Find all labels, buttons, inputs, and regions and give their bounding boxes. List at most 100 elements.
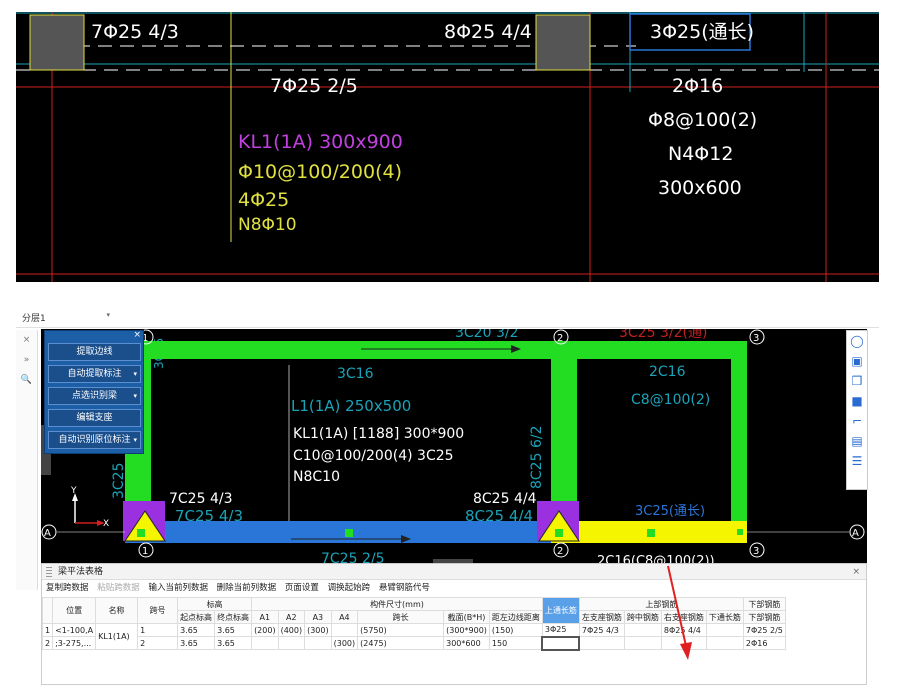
label-top-mid: 8Φ25 4/4: [444, 21, 532, 43]
grip-point: [137, 529, 145, 537]
beam-top-right[interactable]: [551, 341, 747, 359]
cell-right-support[interactable]: [660, 636, 707, 650]
cell-name[interactable]: KL1(1A): [95, 623, 139, 650]
cell-a4[interactable]: (300): [330, 636, 359, 650]
cell-position[interactable]: <1-100,A: [52, 623, 97, 637]
beam-selected-blue[interactable]: [125, 521, 551, 543]
menu-input-column[interactable]: 输入当前列数据: [148, 583, 208, 593]
cube-icon[interactable]: ❒: [847, 371, 867, 391]
cell-dist-left[interactable]: (150): [488, 623, 543, 637]
menu-delete-column[interactable]: 删除当前列数据: [217, 583, 277, 593]
faded-text: 2C16: [649, 364, 686, 380]
cad-drawing-svg: 7Φ25 4/3 8Φ25 4/4 3Φ25(通长) 7Φ25 2/5 2Φ16…: [16, 12, 879, 282]
overlay-mid-support: 8C25 4/4: [473, 491, 537, 507]
chevron-down-icon[interactable]: ▾: [133, 366, 137, 382]
chevron-down-icon[interactable]: ▾: [133, 388, 137, 404]
search-icon[interactable]: 🔍: [16, 370, 37, 390]
header-a3: A3: [304, 610, 332, 624]
beam-table: 位置 名称 跨号 标高 构件尺寸(mm) 上通长筋 上部钢筋 下部钢筋 起点标高…: [41, 597, 786, 651]
cell-midspan[interactable]: [623, 636, 662, 650]
beam-table-window: 梁平法表格 × 复制跨数据 粘贴跨数据 输入当前列数据 删除当前列数据 页面设置…: [41, 563, 867, 685]
table-window-title[interactable]: 梁平法表格 ×: [42, 564, 866, 580]
header-size: 构件尺寸(mm): [251, 597, 543, 611]
cell-a4[interactable]: [330, 623, 359, 637]
layer-dropdown[interactable]: 分层1 ▾: [22, 311, 112, 325]
cell-a3[interactable]: [304, 636, 332, 650]
overlay-beam-stirrup: C10@100/200(4) 3C25: [293, 448, 454, 464]
header-start-elev: 起点标高: [177, 610, 216, 624]
menu-cantilever-code[interactable]: 悬臂钢筋代号: [379, 583, 430, 593]
label-size-right: 300x600: [658, 177, 742, 199]
cell-span-length[interactable]: (2475): [357, 636, 445, 650]
auto-recognize-in-situ-button[interactable]: 自动识别原位标注 ▾: [48, 431, 141, 449]
cad-drawing-top[interactable]: 7Φ25 4/3 8Φ25 4/4 3Φ25(通长) 7Φ25 2/5 2Φ16…: [16, 12, 879, 282]
lasso-icon[interactable]: ◯: [847, 331, 867, 351]
menu-swap-start-span[interactable]: 调换起始跨: [328, 583, 371, 593]
close-icon[interactable]: ×: [133, 330, 141, 340]
table-row[interactable]: 2 ;3-275,... 2 3.65 3.65 (300) (2475) 30…: [41, 635, 786, 651]
extract-edge-button[interactable]: 提取边线: [48, 343, 141, 361]
header-bottom-rebar-group: 下部钢筋: [742, 597, 786, 611]
cell-bottom-through[interactable]: [705, 636, 744, 650]
cell-span[interactable]: 1: [137, 623, 179, 637]
cell-start-elev[interactable]: 3.65: [177, 623, 216, 637]
header-dist-left: 距左边线距离: [488, 610, 543, 624]
header-end-elev: 终点标高: [214, 610, 253, 624]
close-icon[interactable]: ×: [16, 330, 37, 350]
cell-a2[interactable]: (400): [277, 623, 306, 637]
header-top-through[interactable]: 上通长筋: [541, 597, 580, 624]
auto-extract-label-button[interactable]: 自动提取标注 ▾: [48, 365, 141, 383]
cell-a2[interactable]: [277, 636, 306, 650]
chevron-down-icon[interactable]: ▾: [133, 432, 137, 448]
beam-col-mid[interactable]: [551, 341, 577, 521]
pick-recognize-beam-button[interactable]: 点选识别梁 ▾: [48, 387, 141, 405]
cell-start-elev[interactable]: 3.65: [177, 636, 216, 650]
document-icon[interactable]: ☰: [847, 451, 867, 471]
row-number: 2: [41, 636, 54, 650]
cell-section[interactable]: (300*900): [443, 623, 490, 637]
drag-grip-icon[interactable]: [46, 567, 52, 577]
cad-viewport[interactable]: 3C20 3/2 3C25 3/2(通) 3C16 L1(1A) 250x500…: [41, 329, 867, 567]
edit-support-button[interactable]: 编辑支座: [48, 409, 141, 427]
app-window: 分层1 ▾ × » 🔍 3C20 3/2 3C25 3/2(通) 3C16 L1…: [0, 308, 917, 685]
menu-paste-span[interactable]: 粘贴跨数据: [97, 583, 140, 593]
cell-right-support[interactable]: 8Φ25 4/4: [660, 623, 707, 637]
cell-bottom-rebar[interactable]: 2Φ16: [742, 636, 786, 650]
cell-bottom-through[interactable]: [705, 623, 744, 637]
layers-icon[interactable]: ▤: [847, 431, 867, 451]
recognition-panel: × 提取边线 自动提取标注 ▾ 点选识别梁 ▾ 编辑支座 自动识别原位标注 ▾: [44, 330, 144, 454]
cell-end-elev[interactable]: 3.65: [214, 636, 253, 650]
menu-copy-span[interactable]: 复制跨数据: [46, 583, 89, 593]
cell-left-support[interactable]: 7Φ25 4/3: [578, 623, 625, 637]
table-row[interactable]: 1 <1-100,A KL1(1A) 1 3.65 3.65 (200) (40…: [41, 623, 786, 650]
cell-a1[interactable]: (200): [251, 623, 279, 637]
menu-page-setup[interactable]: 页面设置: [285, 583, 319, 593]
beam-top-left[interactable]: [125, 341, 551, 359]
cell-section[interactable]: 300*600: [443, 636, 490, 650]
svg-text:Y: Y: [70, 486, 77, 496]
cell-bottom-rebar[interactable]: 7Φ25 2/5: [742, 623, 786, 637]
grip-point: [555, 529, 563, 537]
cell-left-support[interactable]: [578, 636, 625, 650]
cell-a3[interactable]: (300): [304, 623, 332, 637]
cell-dist-left[interactable]: 150: [488, 636, 543, 650]
label-bottom-right: 2Φ16: [672, 75, 723, 97]
cell-span[interactable]: 2: [137, 636, 179, 650]
expand-icon[interactable]: »: [16, 350, 37, 370]
cell-midspan[interactable]: [623, 623, 662, 637]
faded-text: 8C25 6/2: [529, 426, 545, 489]
cell-span-length[interactable]: (5750): [357, 623, 445, 637]
cell-top-through[interactable]: 3Φ25: [541, 623, 580, 637]
cell-top-through-selected[interactable]: [541, 635, 581, 651]
cell-a1[interactable]: [251, 636, 279, 650]
cube-filled-icon[interactable]: ■: [847, 391, 867, 411]
grid-label-2-top: 2: [557, 333, 563, 344]
bracket-icon[interactable]: ⌐: [847, 411, 867, 431]
close-icon[interactable]: ×: [852, 564, 860, 580]
overlay-beam-n: N8C10: [293, 469, 340, 485]
view-3d-icon[interactable]: ▣: [847, 351, 867, 371]
header-name: 名称: [95, 597, 139, 624]
cell-end-elev[interactable]: 3.65: [214, 623, 253, 637]
cell-position[interactable]: ;3-275,...: [52, 636, 97, 650]
beam-col-right[interactable]: [731, 341, 747, 541]
